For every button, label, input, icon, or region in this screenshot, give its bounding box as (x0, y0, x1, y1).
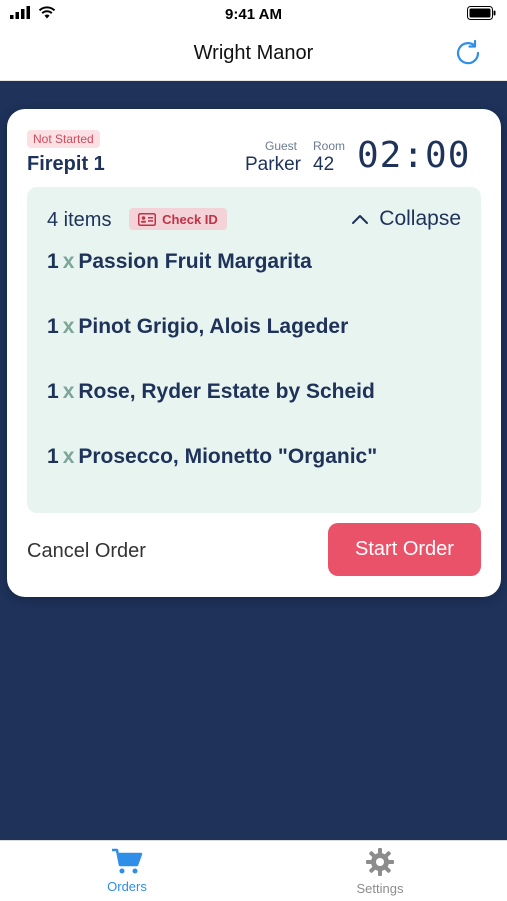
collapse-button[interactable]: Collapse (351, 207, 461, 231)
cancel-order-button[interactable]: Cancel Order (27, 540, 146, 563)
page-title: Wright Manor (193, 42, 314, 64)
tab-settings-label: Settings (356, 881, 404, 896)
order-items-panel: 4 items Check ID Collapse 1 x Passion Frui… (27, 187, 481, 513)
chevron-up-icon (352, 215, 369, 224)
status-badge: Not Started (27, 130, 100, 148)
collapse-label: Collapse (379, 207, 461, 230)
status-bar: 9:41 AM (0, 0, 507, 30)
item-quantity: 1 (47, 315, 59, 338)
order-location: Firepit 1 (27, 153, 105, 175)
tab-orders[interactable]: Orders (67, 847, 187, 894)
item-name: Pinot Grigio, Alois Lageder (78, 315, 349, 338)
item-multiplier: x (62, 250, 75, 273)
navigation-bar: Wright Manor (0, 30, 507, 81)
item-quantity: 1 (47, 250, 59, 273)
status-time: 9:41 AM (225, 6, 282, 23)
room-label: Room (313, 139, 346, 153)
start-order-button[interactable]: Start Order (328, 523, 481, 576)
item-quantity: 1 (47, 380, 59, 403)
tab-bar: Orders Settings (0, 840, 507, 901)
gear-icon (366, 848, 394, 876)
item-name: Prosecco, Mionetto "Organic" (78, 445, 378, 468)
item-multiplier: x (62, 315, 75, 338)
tab-settings[interactable]: Settings (320, 847, 440, 896)
list-item: 1 x Passion Fruit Margarita (47, 250, 312, 274)
check-id-button[interactable]: Check ID (129, 208, 227, 230)
item-multiplier: x (62, 380, 75, 403)
room-number: 42 (313, 154, 335, 175)
list-item: 1 x Rose, Ryder Estate by Scheid (47, 380, 375, 404)
guest-name: Parker (245, 154, 301, 175)
refresh-button[interactable] (453, 38, 483, 68)
list-item: 1 x Pinot Grigio, Alois Lageder (47, 315, 348, 339)
list-item: 1 x Prosecco, Mionetto "Organic" (47, 445, 377, 469)
tab-orders-label: Orders (107, 879, 147, 894)
battery-icon (467, 6, 497, 24)
id-card-icon (138, 212, 157, 226)
refresh-icon (456, 39, 480, 65)
guest-label: Guest (265, 139, 298, 153)
order-card: Not Started Firepit 1 Guest Room Parker … (7, 109, 501, 597)
item-count: 4 items (47, 209, 112, 231)
item-quantity: 1 (47, 445, 59, 468)
check-id-label: Check ID (162, 211, 218, 227)
cart-icon (112, 848, 143, 874)
item-name: Rose, Ryder Estate by Scheid (78, 380, 375, 403)
item-name: Passion Fruit Margarita (78, 250, 312, 273)
item-multiplier: x (62, 445, 75, 468)
order-timer: 02:00 (357, 135, 471, 176)
